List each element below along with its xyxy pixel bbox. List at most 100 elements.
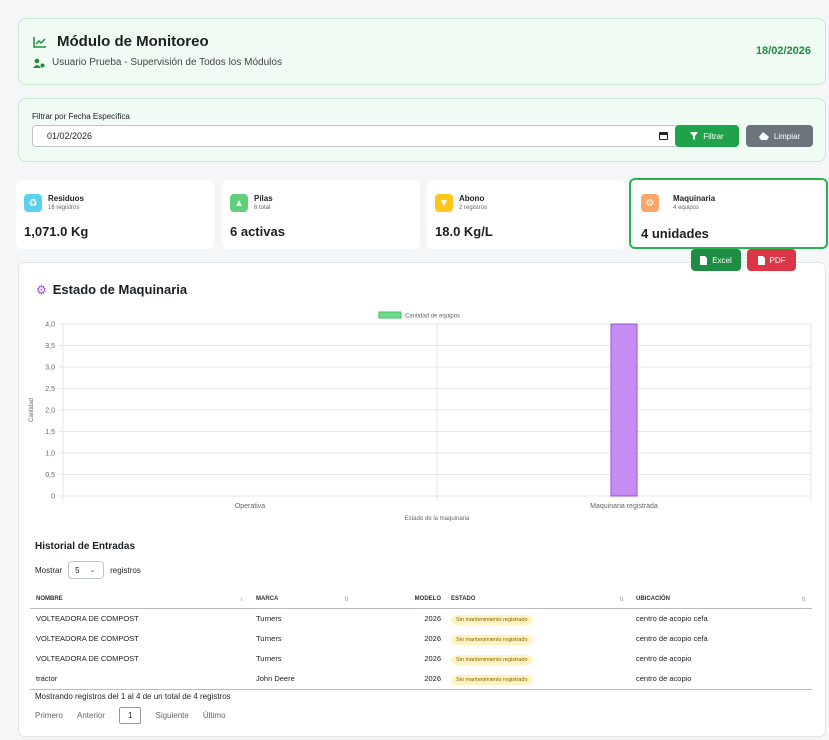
stat-card-residuos[interactable]: ♻ Residuos 16 registros 1,071.0 Kg: [16, 180, 214, 249]
gears-icon: ⚙: [641, 194, 659, 212]
date-value: 01/02/2026: [47, 131, 93, 141]
cell-estado: Sin mantenimiento registrado: [445, 608, 630, 628]
pager-prev[interactable]: Anterior: [77, 711, 105, 720]
cell-estado: Sin mantenimiento registrado: [445, 648, 630, 668]
table-info: Mostrando registros del 1 al 4 de un tot…: [35, 692, 231, 701]
y-tick-label: 3,0: [45, 365, 55, 372]
y-tick-label: 0: [51, 494, 55, 501]
stat-count: 6 total: [254, 205, 271, 211]
excel-button-label: Excel: [712, 255, 732, 265]
page-length-select[interactable]: 5 ⌄: [68, 561, 105, 579]
stat-value: 18.0 Kg/L: [435, 224, 493, 239]
table-row: VOLTEADORA DE COMPOST Turners 2026 Sin mant…: [30, 608, 812, 628]
column-header-nombre[interactable]: NOMBRE ⇣: [30, 591, 250, 609]
cell-modelo: 2026: [424, 633, 441, 643]
y-tick-label: 3,5: [45, 343, 55, 350]
legend-swatch: [378, 311, 402, 319]
page-title: Módulo de Monitoreo: [57, 33, 209, 50]
status-badge: Sin mantenimiento registrado: [451, 634, 533, 645]
cell-ubicacion: centro de acopio cefa: [636, 613, 708, 623]
table-row: VOLTEADORA DE COMPOST Turners 2026 Sin mant…: [30, 628, 812, 648]
stat-card-pilas[interactable]: ▲ Pilas 6 total 6 activas: [222, 180, 420, 249]
line-chart-icon: [33, 36, 46, 48]
table-footer-divider: [30, 689, 812, 690]
stat-name: Maquinaria: [673, 194, 716, 203]
machinery-chart: 4,0 3,5 3,0 2,5 2,0 1,5 1,0 0,5 0 Operativa Maquin…: [29, 311, 812, 522]
column-header-marca[interactable]: MARCA ⇅: [250, 591, 355, 609]
y-tick-label: 2,5: [45, 386, 55, 393]
chart-bar: [610, 323, 638, 497]
stat-count: 2 registros: [459, 205, 488, 211]
cell-marca: Turners: [256, 613, 282, 623]
column-header-ubicacion[interactable]: UBICACIÓN ⇅: [630, 591, 812, 609]
y-tick-label: 4,0: [45, 322, 55, 329]
x-axis-title: Estado de la maquinaria: [405, 516, 470, 522]
filter-button-label: Filtrar: [703, 131, 724, 141]
header-date: 18/02/2026: [755, 45, 811, 57]
sort-icon: ⇣: [238, 597, 244, 603]
history-title: Historial de Entradas: [35, 541, 136, 552]
column-header-modelo[interactable]: MODELO: [355, 591, 445, 609]
title-row: Módulo de Monitoreo: [33, 33, 209, 50]
mountain-icon: ▲: [230, 194, 248, 212]
pager-current[interactable]: 1: [119, 707, 142, 724]
y-tick-label: 1,5: [45, 429, 55, 436]
y-tick-label: 1,0: [45, 451, 55, 458]
stat-card-abono[interactable]: ▼ Abono 2 registros 18.0 Kg/L: [427, 180, 625, 249]
cell-marca: Turners: [256, 633, 282, 643]
x-tick-label: Maquinaria registrada: [590, 503, 658, 510]
stat-value: 4 unidades: [641, 226, 709, 241]
sort-icon: ⇅: [800, 597, 806, 603]
page-length-control: Mostrar 5 ⌄ registros: [35, 561, 141, 579]
legend-label: Cantidad de equipos: [405, 314, 460, 320]
table-header-row: NOMBRE ⇣ MARCA ⇅ MODELO ESTADO ⇅ UBICACIÓN ⇅: [30, 591, 812, 609]
status-badge: Sin mantenimiento registrado: [451, 614, 533, 625]
stat-name: Abono: [459, 194, 485, 203]
stat-value: 1,071.0 Kg: [24, 224, 89, 239]
history-table: NOMBRE ⇣ MARCA ⇅ MODELO ESTADO ⇅ UBICACIÓN ⇅…: [30, 591, 812, 688]
pager-last[interactable]: Último: [203, 711, 226, 720]
table-row: VOLTEADORA DE COMPOST Turners 2026 Sin mant…: [30, 648, 812, 668]
x-tick-label: Operativa: [235, 503, 265, 510]
stat-name: Pilas: [254, 194, 273, 203]
calendar-icon[interactable]: [659, 132, 668, 140]
y-tick-label: 2,0: [45, 408, 55, 415]
status-badge: Sin mantenimiento registrado: [451, 674, 533, 685]
pager-first[interactable]: Primero: [35, 711, 63, 720]
cell-ubicacion: centro de acopio cefa: [636, 633, 708, 643]
panel-title-row: ⚙ Estado de Maquinaria: [36, 282, 187, 297]
stat-count: 16 registros: [48, 205, 80, 211]
pagination: Primero Anterior 1 Siguiente Último: [35, 707, 226, 724]
filter-label: Filtrar por Fecha Específica: [32, 112, 130, 121]
y-axis-title: Cantidad: [29, 398, 35, 422]
eraser-icon: [758, 132, 769, 140]
clear-button[interactable]: Limpiar: [746, 125, 813, 147]
filter-button[interactable]: Filtrar: [675, 125, 739, 147]
panel-title: Estado de Maquinaria: [52, 282, 188, 297]
pager-next[interactable]: Siguiente: [155, 711, 188, 720]
stat-card-maquinaria[interactable]: ⚙ Maquinaria 4 equipos 4 unidades: [629, 178, 828, 249]
cell-marca: John Deere: [256, 673, 295, 683]
y-tick-label: 0,5: [45, 472, 55, 479]
cell-ubicacion: centro de acopio: [636, 673, 692, 683]
cell-nombre: VOLTEADORA DE COMPOST: [36, 633, 139, 643]
status-badge: Sin mantenimiento registrado: [451, 654, 533, 665]
user-line: Usuario Prueba - Supervisión de Todos lo…: [33, 57, 282, 68]
funnel-icon: [690, 132, 699, 140]
cell-estado: Sin mantenimiento registrado: [445, 668, 630, 688]
clear-button-label: Limpiar: [773, 131, 801, 141]
cell-modelo: 2026: [424, 613, 441, 623]
date-input[interactable]: 01/02/2026: [32, 125, 679, 147]
sort-icon: ⇅: [618, 597, 624, 603]
file-excel-icon: [700, 255, 708, 265]
history-table-body: VOLTEADORA DE COMPOST Turners 2026 Sin mant…: [30, 608, 812, 688]
pdf-button[interactable]: PDF: [747, 249, 796, 271]
header-card: Módulo de Monitoreo Usuario Prueba - Sup…: [18, 18, 826, 85]
column-header-estado[interactable]: ESTADO ⇅: [445, 591, 630, 609]
cell-nombre: VOLTEADORA DE COMPOST: [36, 653, 139, 663]
excel-button[interactable]: Excel: [691, 249, 741, 271]
show-suffix: registros: [110, 565, 141, 575]
cell-marca: Turners: [256, 653, 282, 663]
table-row: tractor John Deere 2026 Sin mantenimiento r…: [30, 668, 812, 688]
sort-icon: ⇅: [343, 597, 349, 603]
